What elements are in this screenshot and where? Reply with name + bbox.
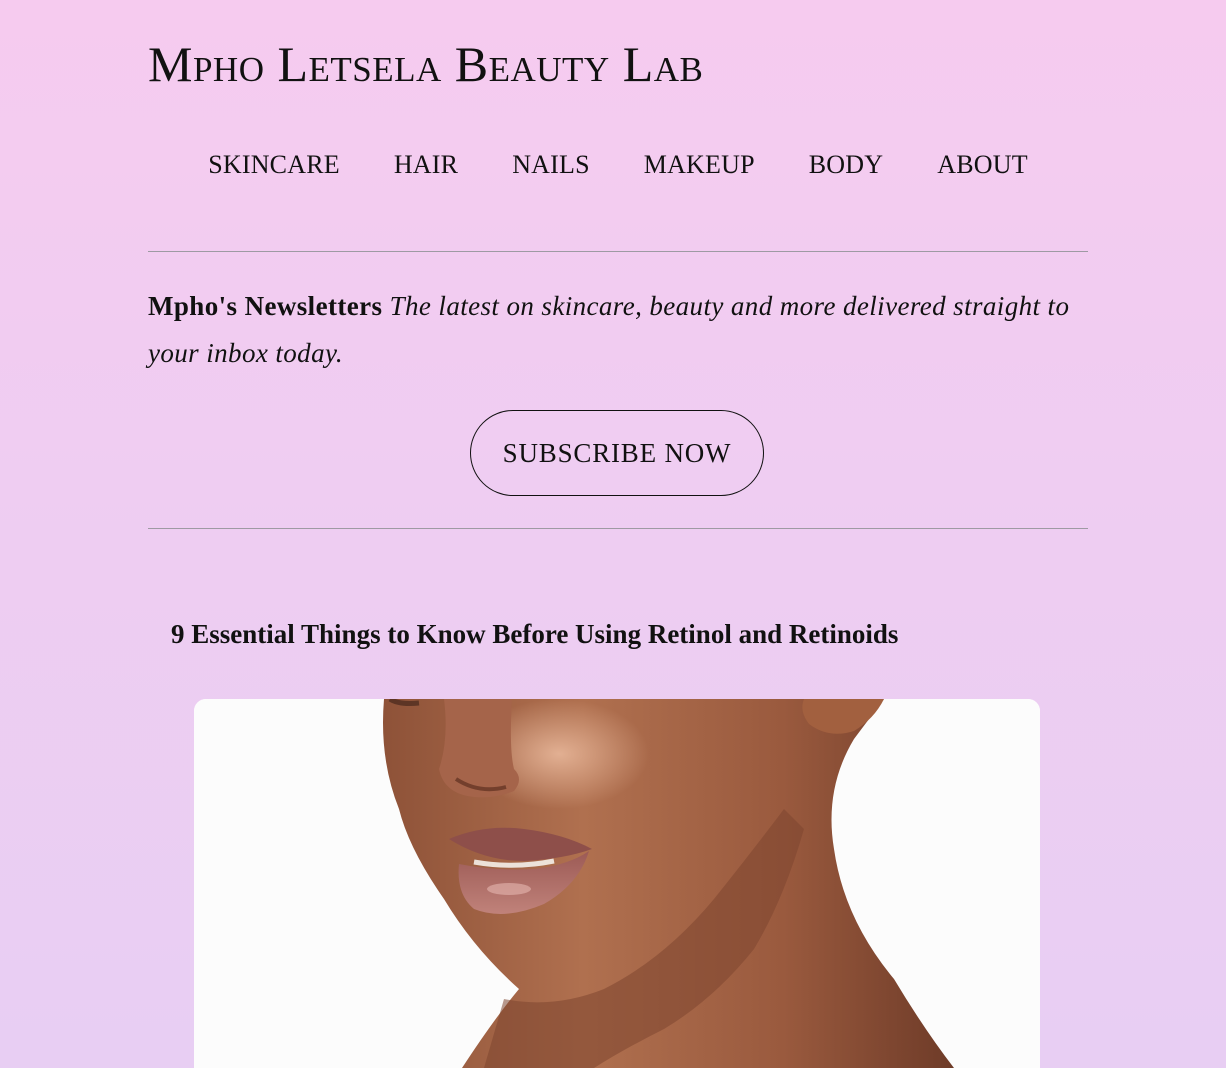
portrait-illustration <box>194 699 1040 1068</box>
article-image[interactable] <box>194 699 1040 1068</box>
newsletter-bottom-divider <box>148 528 1088 529</box>
nav-item-skincare[interactable]: SKINCARE <box>208 150 340 180</box>
newsletter-top-divider <box>148 251 1088 252</box>
subscribe-button[interactable]: SUBSCRIBE NOW <box>470 410 764 496</box>
site-title[interactable]: Mpho Letsela Beauty Lab <box>148 34 703 94</box>
nav-item-about[interactable]: ABOUT <box>937 150 1028 180</box>
nav-item-body[interactable]: BODY <box>809 150 883 180</box>
nav-item-nails[interactable]: NAILS <box>512 150 590 180</box>
newsletter-text: Mpho's Newsletters The latest on skincar… <box>148 283 1088 377</box>
nav-item-hair[interactable]: HAIR <box>394 150 458 180</box>
article-title[interactable]: 9 Essential Things to Know Before Using … <box>171 617 898 652</box>
newsletter-heading: Mpho's Newsletters <box>148 291 383 321</box>
nav-item-makeup[interactable]: MAKEUP <box>644 150 755 180</box>
main-nav: SKINCARE HAIR NAILS MAKEUP BODY ABOUT <box>148 150 1088 180</box>
